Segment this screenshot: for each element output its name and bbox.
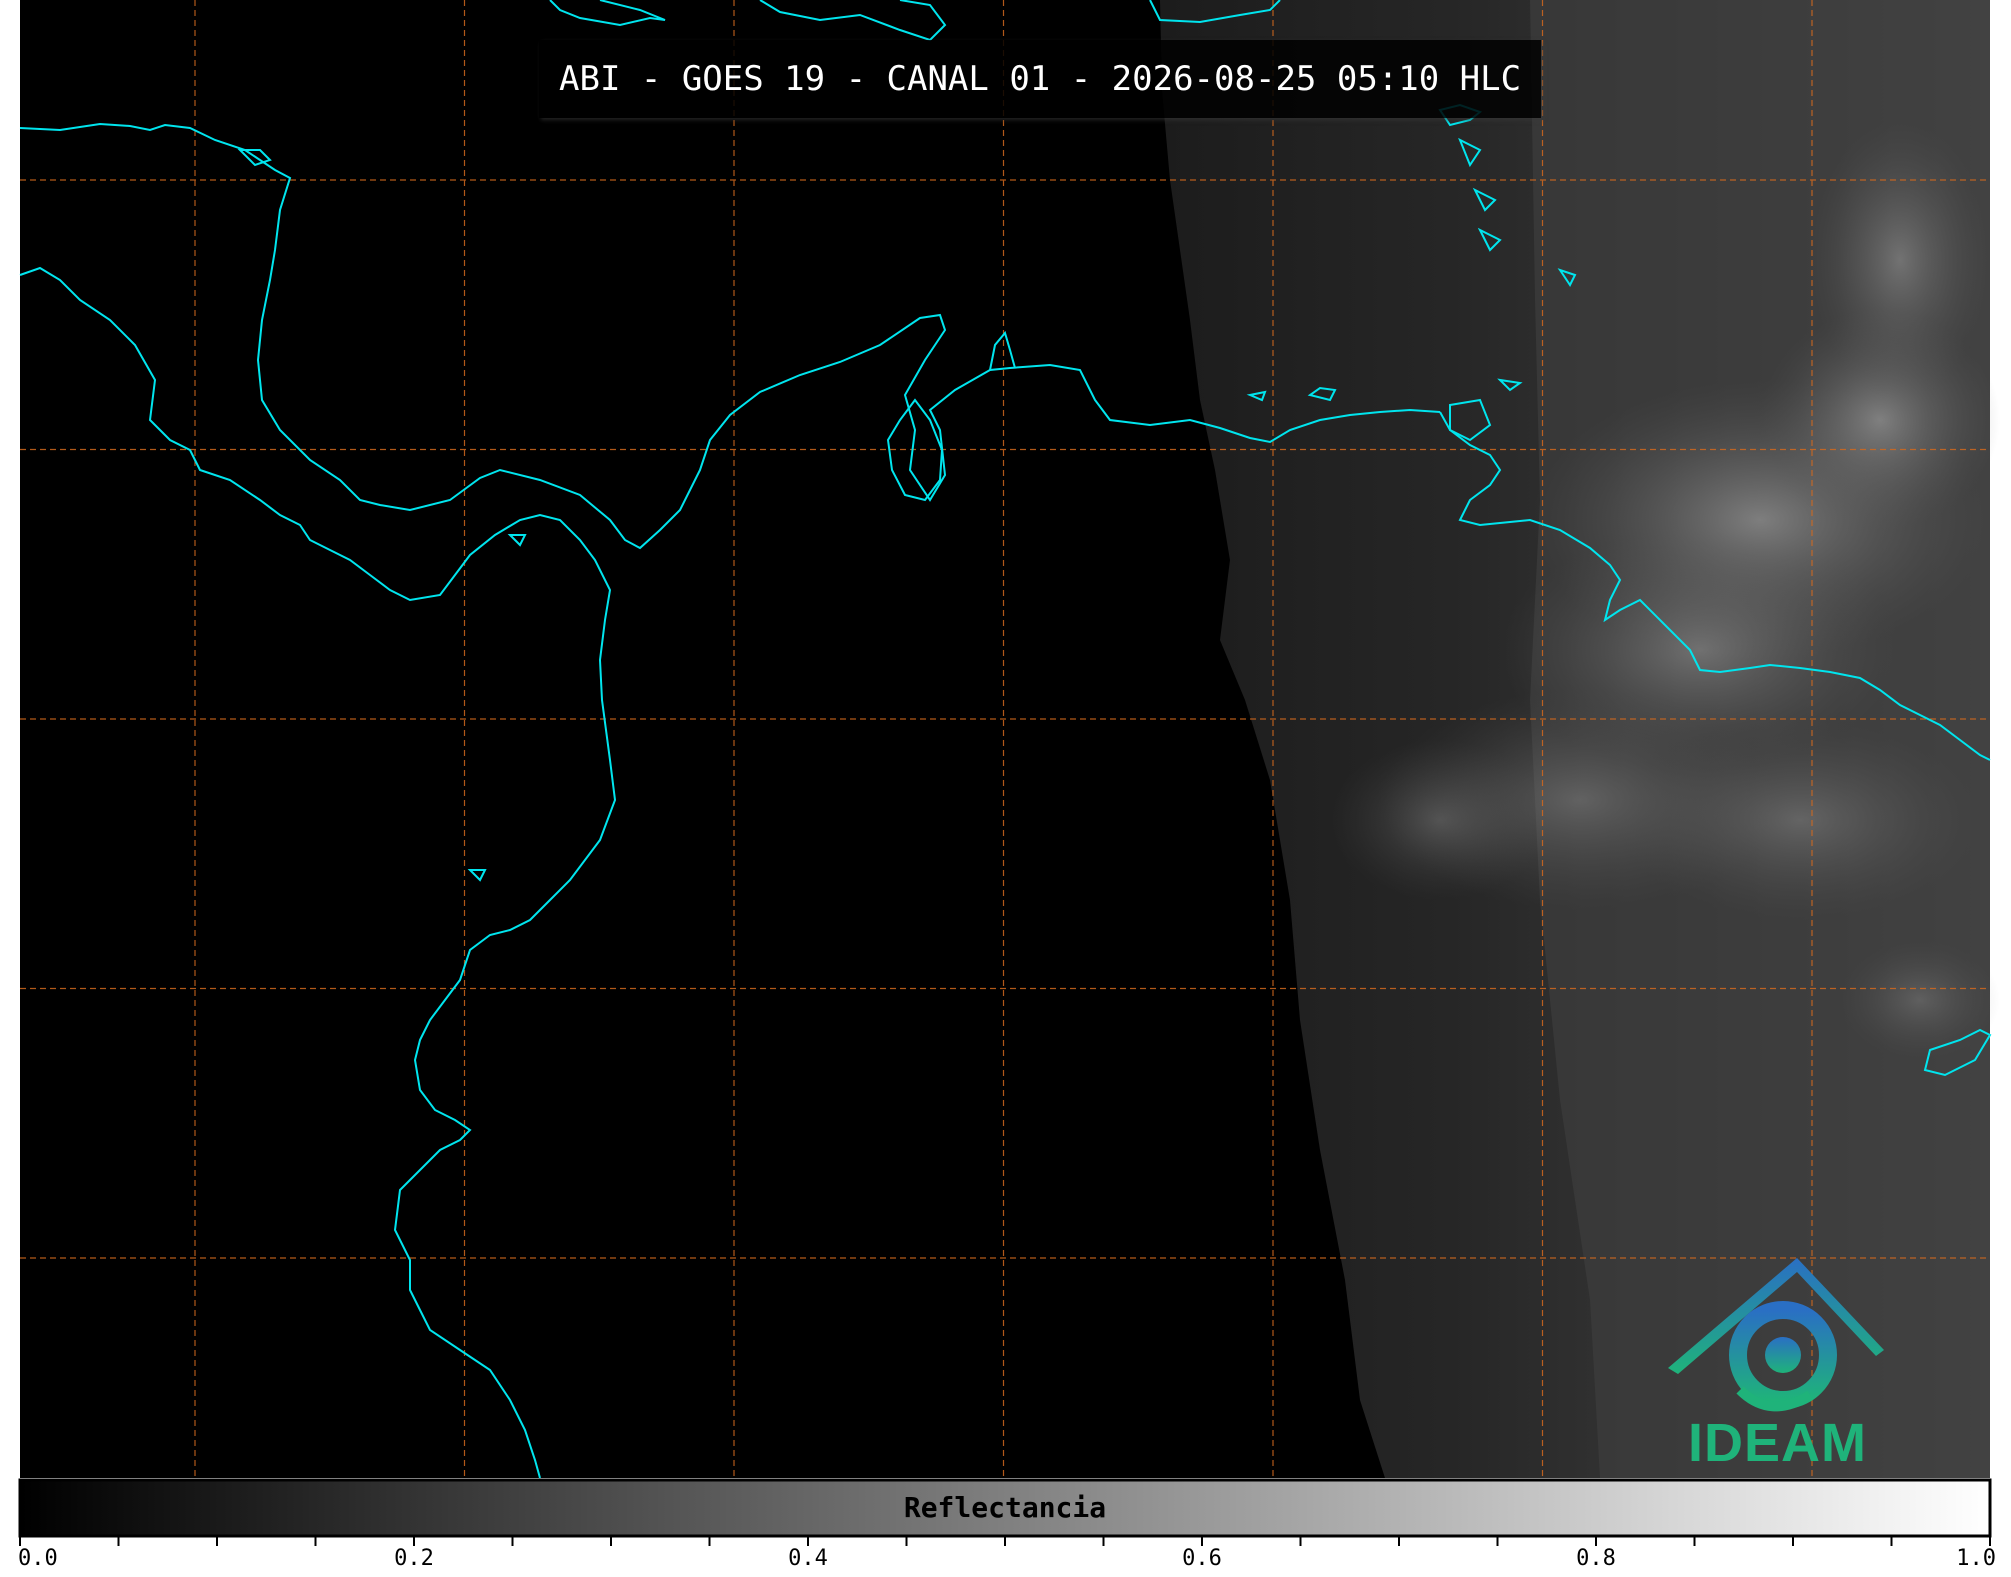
- colorbar-tick-label: 0.2: [394, 1546, 434, 1571]
- satellite-map: [18, 0, 2000, 1546]
- satellite-map-figure: ABI - GOES 19 - CANAL 01 - 2026-08-25 05…: [0, 0, 2011, 1577]
- colorbar-tick-label: 0.6: [1182, 1546, 1222, 1571]
- satellite-image: [20, 0, 2000, 1478]
- map-title: ABI - GOES 19 - CANAL 01 - 2026-08-25 05…: [539, 40, 1542, 118]
- ideam-logo-text: IDEAM: [1688, 1413, 1867, 1473]
- colorbar-gradient: [18, 1478, 1992, 1538]
- colorbar-tick-label: 0.8: [1576, 1546, 1616, 1571]
- colorbar-tick-label: 1.0: [1956, 1546, 1996, 1571]
- colorbar-tick-label: 0.4: [788, 1546, 828, 1571]
- colorbar: [18, 1478, 1992, 1546]
- colorbar-ticks: [19, 1536, 1991, 1546]
- colorbar-tick-label: 0.0: [18, 1546, 58, 1571]
